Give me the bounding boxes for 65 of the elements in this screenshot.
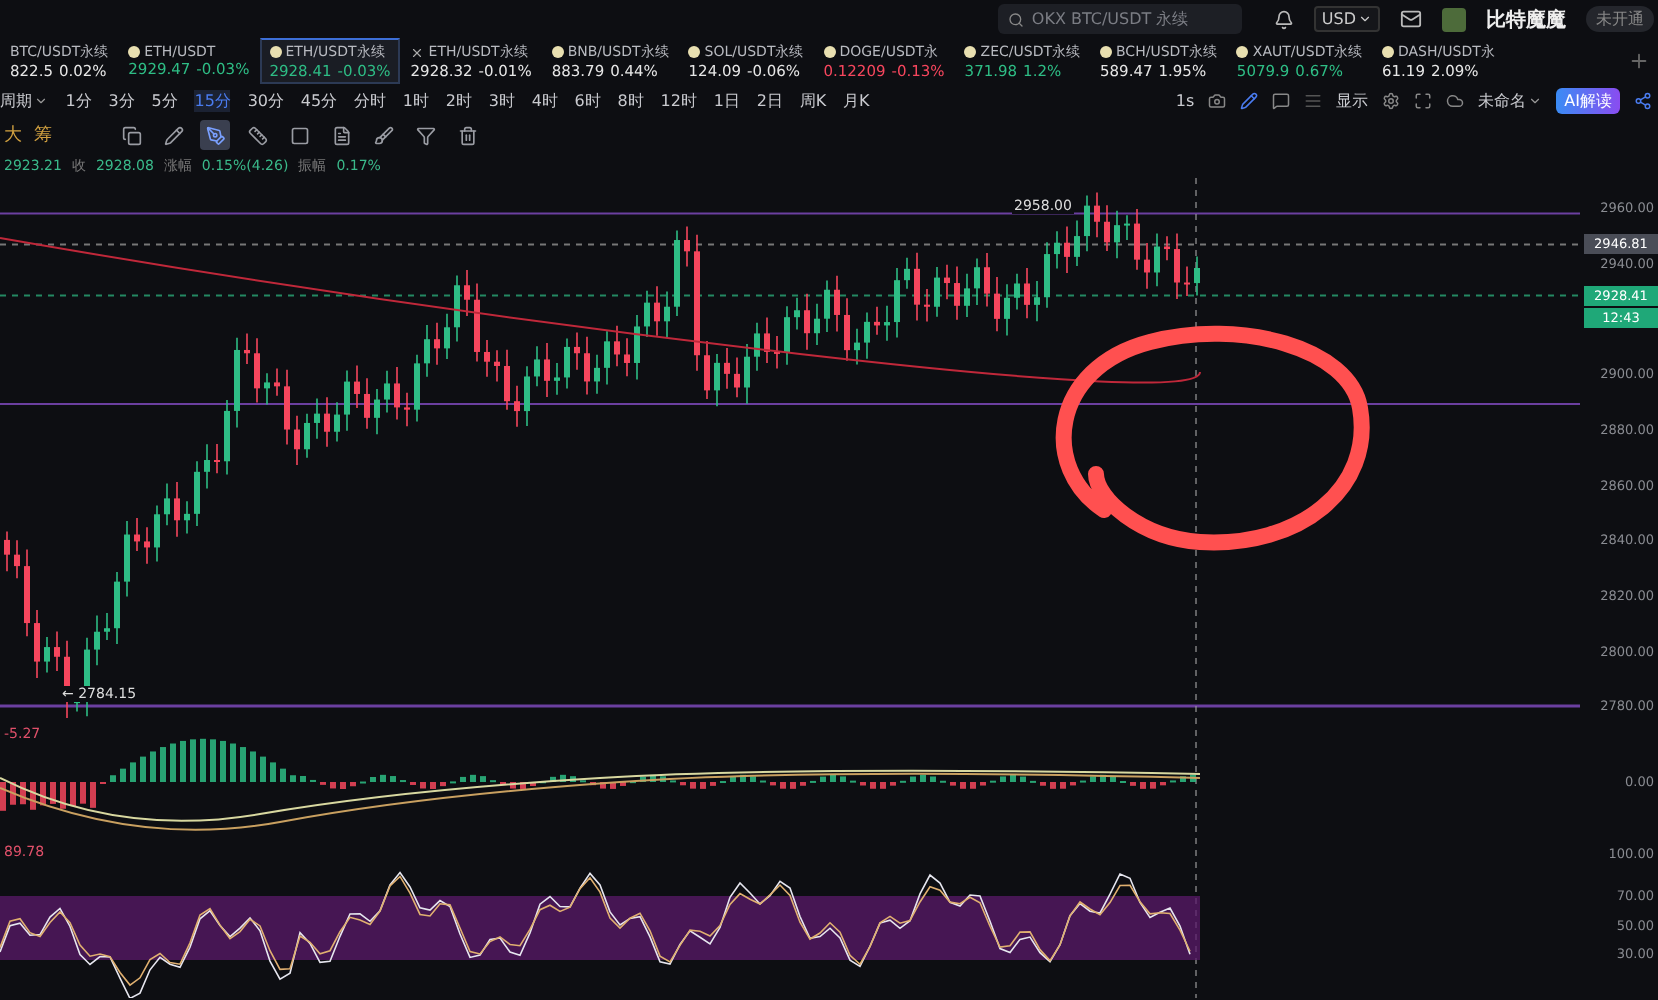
period-tab[interactable]: 5分 <box>151 89 178 111</box>
period-tab[interactable]: 周K <box>799 89 827 111</box>
coin-icon <box>1236 46 1249 58</box>
pen-icon <box>205 125 225 145</box>
mail-icon[interactable] <box>1400 8 1422 30</box>
period-tab[interactable]: 30分 <box>247 89 284 111</box>
period-tab[interactable]: 月K <box>842 89 870 111</box>
coin-icon <box>823 46 836 58</box>
coin-icon <box>269 46 282 58</box>
comment-icon[interactable] <box>1272 91 1291 109</box>
camera-icon[interactable] <box>1208 91 1227 109</box>
coin-icon <box>551 46 564 58</box>
period-tab[interactable]: 3分 <box>108 89 135 111</box>
note-icon <box>331 125 351 145</box>
display-button[interactable]: 显示 <box>1336 89 1369 111</box>
coin-icon <box>964 46 977 58</box>
period-tab[interactable]: 1日 <box>713 89 740 111</box>
copy-icon <box>121 125 141 145</box>
tool-label[interactable]: 筹 <box>34 122 52 148</box>
search-field[interactable]: OKX BTC/USDT 永续 <box>997 4 1242 34</box>
period-tab[interactable]: 1时 <box>402 89 429 111</box>
coin-icon <box>1382 46 1394 58</box>
period-tab[interactable]: 45分 <box>300 89 338 111</box>
tool-label[interactable]: 大 <box>4 122 22 148</box>
period-tab[interactable]: 1分 <box>65 89 92 111</box>
period-tab[interactable]: 2日 <box>756 89 783 111</box>
list-icon[interactable] <box>1304 91 1323 109</box>
chevron-down-icon[interactable] <box>34 93 49 107</box>
filter-icon <box>415 125 435 145</box>
fullscreen-icon[interactable] <box>1414 91 1433 109</box>
avatar[interactable] <box>1442 7 1466 31</box>
period-tab[interactable]: 12时 <box>660 89 697 111</box>
period-tab[interactable]: 2时 <box>445 89 472 111</box>
account-badge: 未开通 <box>1586 6 1654 32</box>
currency-dropdown[interactable]: USD <box>1313 6 1380 32</box>
period-tab[interactable]: 6时 <box>574 89 601 111</box>
bell-icon[interactable] <box>1273 9 1294 29</box>
coin-icon <box>128 46 141 58</box>
drawing-tool-button[interactable] <box>200 120 230 150</box>
coin-icon <box>688 46 701 58</box>
ai-button[interactable]: AI解读 <box>1556 87 1620 113</box>
search-icon <box>1007 11 1024 27</box>
chevron-down-icon[interactable] <box>1528 93 1543 107</box>
chevron-down-icon <box>1358 12 1372 26</box>
period-tab[interactable]: 8时 <box>617 89 644 111</box>
user-name: 比特魔魔 <box>1486 6 1566 33</box>
period-tab[interactable]: 3时 <box>488 89 515 111</box>
close-icon[interactable] <box>410 45 425 59</box>
brush-icon <box>373 125 393 145</box>
coin-icon <box>1100 46 1112 58</box>
share-icon[interactable] <box>1634 91 1652 109</box>
ruler-icon <box>247 125 267 145</box>
pencil-icon[interactable] <box>1240 91 1259 109</box>
pencil-icon <box>163 125 183 145</box>
period-tab[interactable]: 分时 <box>353 89 386 111</box>
period-dropdown[interactable]: 周期 <box>0 89 32 111</box>
interval-label[interactable]: 1s <box>1175 91 1195 109</box>
period-tab[interactable]: 15分 <box>194 89 231 111</box>
layout-dropdown[interactable]: 未命名 <box>1478 89 1527 111</box>
plus-icon <box>1628 50 1650 72</box>
period-tab[interactable]: 4时 <box>531 89 558 111</box>
square-icon <box>289 125 309 145</box>
cloud-icon[interactable] <box>1446 91 1465 109</box>
settings-icon[interactable] <box>1382 91 1401 109</box>
trash-icon <box>457 125 477 145</box>
